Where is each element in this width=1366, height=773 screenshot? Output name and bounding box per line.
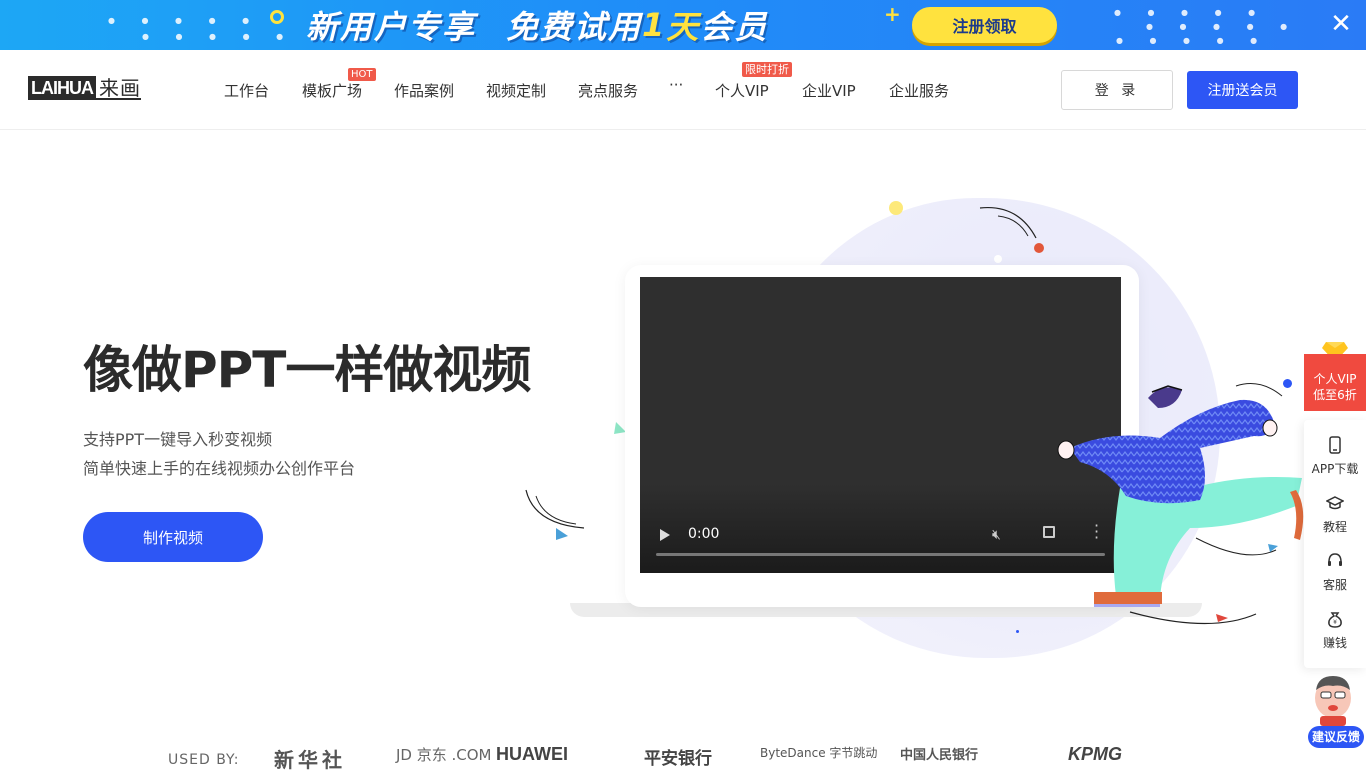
vip-float-line2: 低至6折 [1313, 388, 1357, 402]
hero-subtitle-1: 支持PPT一键导入秒变视频 [83, 430, 273, 449]
close-icon[interactable]: ✕ [1328, 11, 1354, 37]
side-toolbar: APP下载 教程 客服 ¥ 赚钱 [1304, 420, 1366, 668]
promo-register-button[interactable]: 注册领取 [912, 7, 1057, 43]
muted-speaker-icon[interactable]: 🔇︎ [992, 527, 1001, 543]
sidebar-item-label: 赚钱 [1322, 636, 1347, 650]
vip-float-line1: 个人VIP [1313, 372, 1357, 386]
decor-ring-icon [270, 10, 284, 24]
nav-item-enterprise-vip[interactable]: 企业VIP [802, 80, 856, 101]
decor-dots: ● ● ● ● ● [142, 32, 296, 41]
sidebar-item-tutorial[interactable]: 教程 [1304, 494, 1366, 535]
laihua-logo[interactable]: LAIHUA 来画 [28, 76, 141, 100]
promo-headline-right-a: 免费试用 [506, 8, 643, 46]
sidebar-item-app-download[interactable]: APP下载 [1304, 436, 1366, 477]
logo-en: LAIHUA [28, 76, 96, 100]
video-controls: 0:00 🔇︎ · · · [640, 493, 1121, 573]
svg-text:¥: ¥ [1333, 619, 1337, 626]
feedback-mascot-icon[interactable] [1308, 672, 1358, 728]
brand-logo-pingan: 平安银行 [644, 749, 712, 769]
nav-item-enterprise-service[interactable]: 企业服务 [889, 80, 949, 101]
graduation-cap-icon [1326, 496, 1344, 510]
hero-subtitle-2: 简单快速上手的在线视频办公创作平台 [83, 459, 356, 478]
decor-dots: ● ● ● ● ● [108, 16, 262, 25]
nav-more-icon[interactable]: ··· [669, 76, 683, 94]
nav-item-templates[interactable]: 模板广场 [302, 80, 362, 101]
hero-title: 像做PPT一样做视频 [83, 341, 531, 399]
brand-logo-huawei: HUAWEI [496, 744, 568, 764]
register-button[interactable]: 注册送会员 [1187, 71, 1298, 109]
brand-logo-kpmg: KPMG [1068, 744, 1122, 764]
sidebar-item-label: 客服 [1322, 578, 1347, 592]
promo-headline-day: 天 [666, 8, 701, 46]
promo-headline-number: 1 [642, 6, 667, 44]
nav-item-custom-video[interactable]: 视频定制 [486, 80, 546, 101]
promo-banner[interactable]: ● ● ● ● ● ● ● ● ● ● 新用户专享 免费试用 1 天会员 + 注册领… [0, 0, 1366, 50]
sidebar-item-label: APP下载 [1311, 462, 1359, 476]
decor-dots: ● ● ● ● ● [1116, 36, 1270, 45]
decor-dot [994, 255, 1002, 263]
feedback-button[interactable]: 建议反馈 [1308, 726, 1364, 748]
decor-dot [889, 201, 903, 215]
discount-badge: 限时打折 [742, 62, 792, 77]
video-time: 0:00 [688, 526, 720, 542]
hero-video-player[interactable]: 0:00 🔇︎ · · · [640, 277, 1121, 573]
make-video-button[interactable]: 制作视频 [83, 512, 263, 562]
sidebar-item-label: 教程 [1322, 520, 1347, 534]
hot-badge: HOT [348, 68, 376, 81]
decor-dots: ● ● ● ● ● [1114, 8, 1268, 17]
decor-dots: ● ● ● ● ● [1146, 22, 1300, 31]
play-icon[interactable] [660, 529, 670, 541]
decor-swoosh [525, 489, 585, 540]
promo-headline-right-c: 会员 [700, 8, 769, 46]
vip-float-card[interactable]: 个人VIP 低至6折 [1304, 354, 1366, 411]
brand-logo-xinhua: 新华社 [274, 748, 346, 772]
nav-item-workbench[interactable]: 工作台 [224, 80, 269, 101]
plus-sparkle-icon: + [884, 2, 901, 26]
headset-icon [1328, 553, 1342, 566]
brand-logo-jd: JD 京东 .COM [396, 746, 492, 764]
nav-item-personal-vip[interactable]: 个人VIP [715, 80, 769, 101]
phone-icon [1329, 436, 1341, 454]
promo-headline: 新用户专享 免费试用 1 天会员 [306, 6, 768, 46]
character-illustration [1057, 383, 1304, 625]
decor-swoosh [979, 206, 1037, 239]
decor-dot [1034, 243, 1044, 253]
used-by-label: USED BY: [168, 752, 240, 768]
sidebar-item-support[interactable]: 客服 [1304, 552, 1366, 593]
decor-dot [1016, 630, 1019, 633]
video-progress-bar[interactable] [656, 553, 1105, 556]
nav-item-services[interactable]: 亮点服务 [578, 80, 638, 101]
promo-headline-left: 新用户专享 [306, 8, 477, 46]
site-header: LAIHUA 来画 工作台 模板广场 HOT 作品案例 视频定制 亮点服务 ··… [0, 50, 1366, 130]
money-bag-icon: ¥ [1328, 612, 1342, 628]
brand-logo-pboc: 中国人民银行 [900, 748, 979, 763]
brand-logo-bytedance: ByteDance 字节跳动 [760, 746, 878, 760]
logo-cn: 来画 [96, 76, 141, 100]
sidebar-item-earn[interactable]: ¥ 赚钱 [1304, 610, 1366, 651]
nav-item-cases[interactable]: 作品案例 [394, 80, 454, 101]
login-button[interactable]: 登 录 [1061, 70, 1173, 110]
